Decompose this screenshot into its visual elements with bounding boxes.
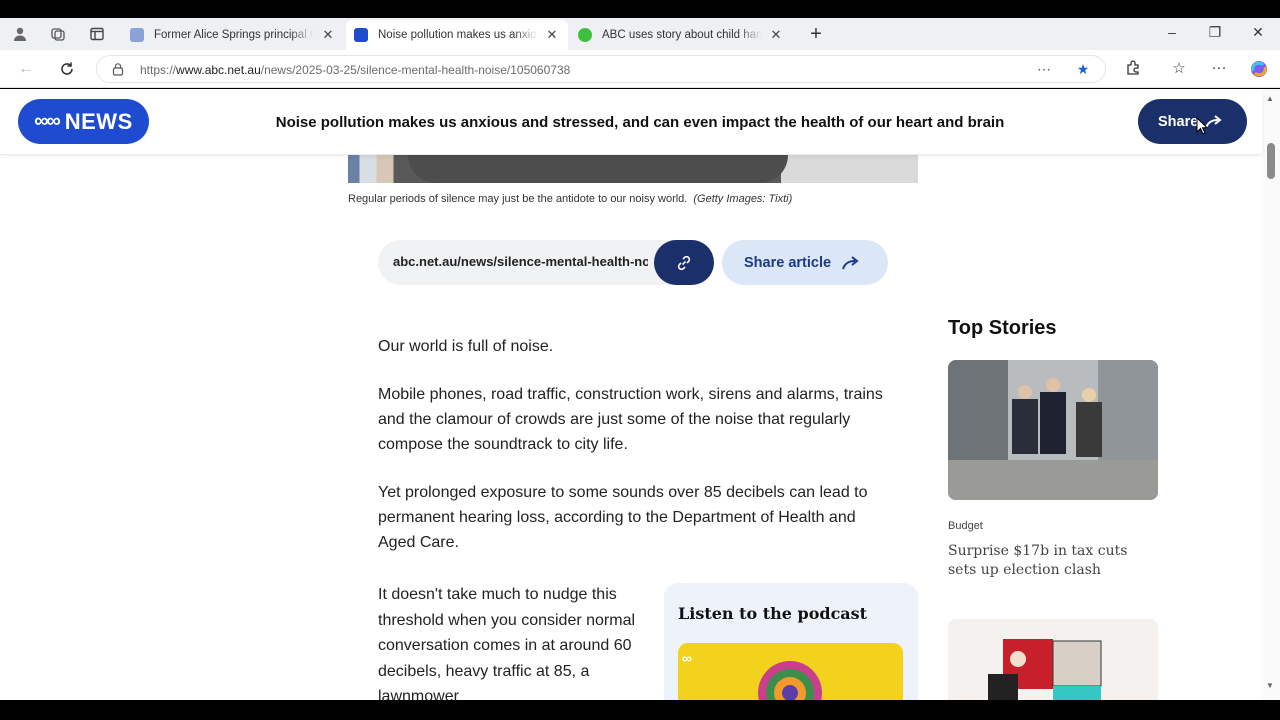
abc-news-logo[interactable]: ∞∞ NEWS (18, 99, 149, 144)
article-paragraph: Mobile phones, road traffic, constructio… (378, 386, 883, 453)
top-black-bar (0, 0, 1280, 18)
close-tab-icon[interactable]: ✕ (544, 27, 560, 43)
podcast-card[interactable]: Listen to the podcast ∞ (664, 583, 918, 700)
share-article-button[interactable]: Share article (722, 240, 888, 285)
header-title: Noise pollution makes us anxious and str… (275, 113, 1005, 131)
scroll-down-icon[interactable]: ▼ (1266, 681, 1274, 690)
tab-title: ABC uses story about child hang (602, 29, 762, 41)
url-prefix: https:// (140, 63, 177, 77)
extensions-icon[interactable] (1122, 59, 1144, 81)
article-paragraph: It doesn't take much to nudge this thres… (378, 586, 636, 700)
settings-more-icon[interactable]: ··· (1208, 59, 1230, 81)
play-favicon-icon (578, 28, 592, 42)
copy-link-button[interactable] (654, 240, 714, 285)
back-icon[interactable]: ← (14, 58, 38, 80)
minimize-icon[interactable]: – (1157, 24, 1187, 40)
workspaces-icon[interactable] (48, 24, 68, 44)
new-tab-icon[interactable]: + (806, 23, 826, 45)
story-illustration (988, 639, 1102, 700)
share-label: Share (1158, 113, 1199, 130)
url-input[interactable]: https://www.abc.net.au/news/2025-03-25/s… (96, 55, 1106, 83)
svg-text:∞: ∞ (682, 650, 692, 666)
page-viewport: ∞∞ NEWS Noise pollution makes us anxious… (0, 89, 1280, 700)
hero-image-shape (408, 155, 788, 183)
share-button[interactable]: Share (1138, 99, 1247, 144)
bottom-black-bar (0, 700, 1280, 720)
abc-favicon-icon (354, 28, 368, 42)
hero-image (348, 155, 918, 183)
refresh-icon[interactable] (55, 58, 79, 80)
story-photo (948, 360, 1158, 500)
podcast-artwork[interactable]: ∞ (678, 643, 903, 700)
tab-abc-story[interactable]: ABC uses story about child hang ✕ (570, 20, 792, 50)
scroll-up-icon[interactable]: ▲ (1266, 94, 1274, 103)
article-link-text: abc.net.au/news/silence-mental-health-no… (393, 254, 648, 269)
tab-actions-icon[interactable] (87, 24, 107, 44)
abc-lissajous-icon: ∞∞ (34, 110, 60, 132)
podcast-art-graphic: ∞ (682, 650, 822, 700)
share-arrow-icon (842, 255, 859, 269)
tab-alice-springs[interactable]: Former Alice Springs principal Ga ✕ (122, 20, 344, 50)
image-caption: Regular periods of silence may just be t… (348, 193, 792, 205)
close-tab-icon[interactable]: ✕ (768, 27, 784, 43)
share-article-label: Share article (744, 254, 832, 271)
site-header: ∞∞ NEWS Noise pollution makes us anxious… (0, 89, 1262, 155)
close-tab-icon[interactable]: ✕ (320, 27, 336, 43)
scrollbar-thumb[interactable] (1267, 143, 1275, 179)
top-stories-heading: Top Stories (948, 317, 1057, 339)
tab-title: Former Alice Springs principal Ga (154, 29, 314, 41)
tab-strip: Former Alice Springs principal Ga ✕ Nois… (0, 18, 1280, 50)
favorites-icon[interactable]: ☆ (1168, 59, 1190, 81)
url-path: /news/2025-03-25/silence-mental-health-n… (260, 63, 571, 77)
article-body: Our world is full of noise. Mobile phone… (378, 334, 888, 578)
story-title-link[interactable]: Surprise $17b in tax cuts sets up electi… (948, 542, 1158, 580)
caption-credit: (Getty Images: Tixti) (693, 193, 793, 205)
caption-text: Regular periods of silence may just be t… (348, 193, 688, 205)
abc-favicon-icon (130, 28, 144, 42)
profile-icon[interactable] (10, 24, 30, 44)
browser-window: Former Alice Springs principal Ga ✕ Nois… (0, 0, 1280, 720)
mouse-cursor-icon (1196, 117, 1208, 135)
article-paragraph: Our world is full of noise. (378, 338, 554, 355)
address-bar: ← https://www.abc.net.au/news/2025-03-25… (0, 50, 1280, 88)
favorite-star-icon[interactable]: ★ (1074, 61, 1092, 79)
page-scrollbar[interactable]: ▲ ▼ (1262, 89, 1280, 700)
logo-text: NEWS (64, 108, 133, 134)
lock-icon[interactable] (111, 62, 125, 76)
link-icon (677, 255, 691, 270)
story-image[interactable] (948, 360, 1158, 500)
url-text: https://www.abc.net.au/news/2025-03-25/s… (140, 63, 570, 77)
close-window-icon[interactable]: ✕ (1243, 24, 1273, 41)
copilot-icon[interactable] (1248, 59, 1270, 81)
url-domain: www.abc.net.au (176, 63, 261, 77)
podcast-title: Listen to the podcast (678, 604, 868, 623)
tab-title: Noise pollution makes us anxious (378, 29, 538, 41)
article-paragraph: Yet prolonged exposure to some sounds ov… (378, 484, 868, 551)
reader-mode-icon[interactable]: ⋯ (1035, 61, 1053, 79)
restore-icon[interactable]: ❐ (1200, 24, 1230, 41)
tab-noise-pollution[interactable]: Noise pollution makes us anxious ✕ (346, 20, 568, 50)
story-image[interactable] (948, 619, 1158, 700)
story-tag[interactable]: Budget (948, 520, 983, 532)
